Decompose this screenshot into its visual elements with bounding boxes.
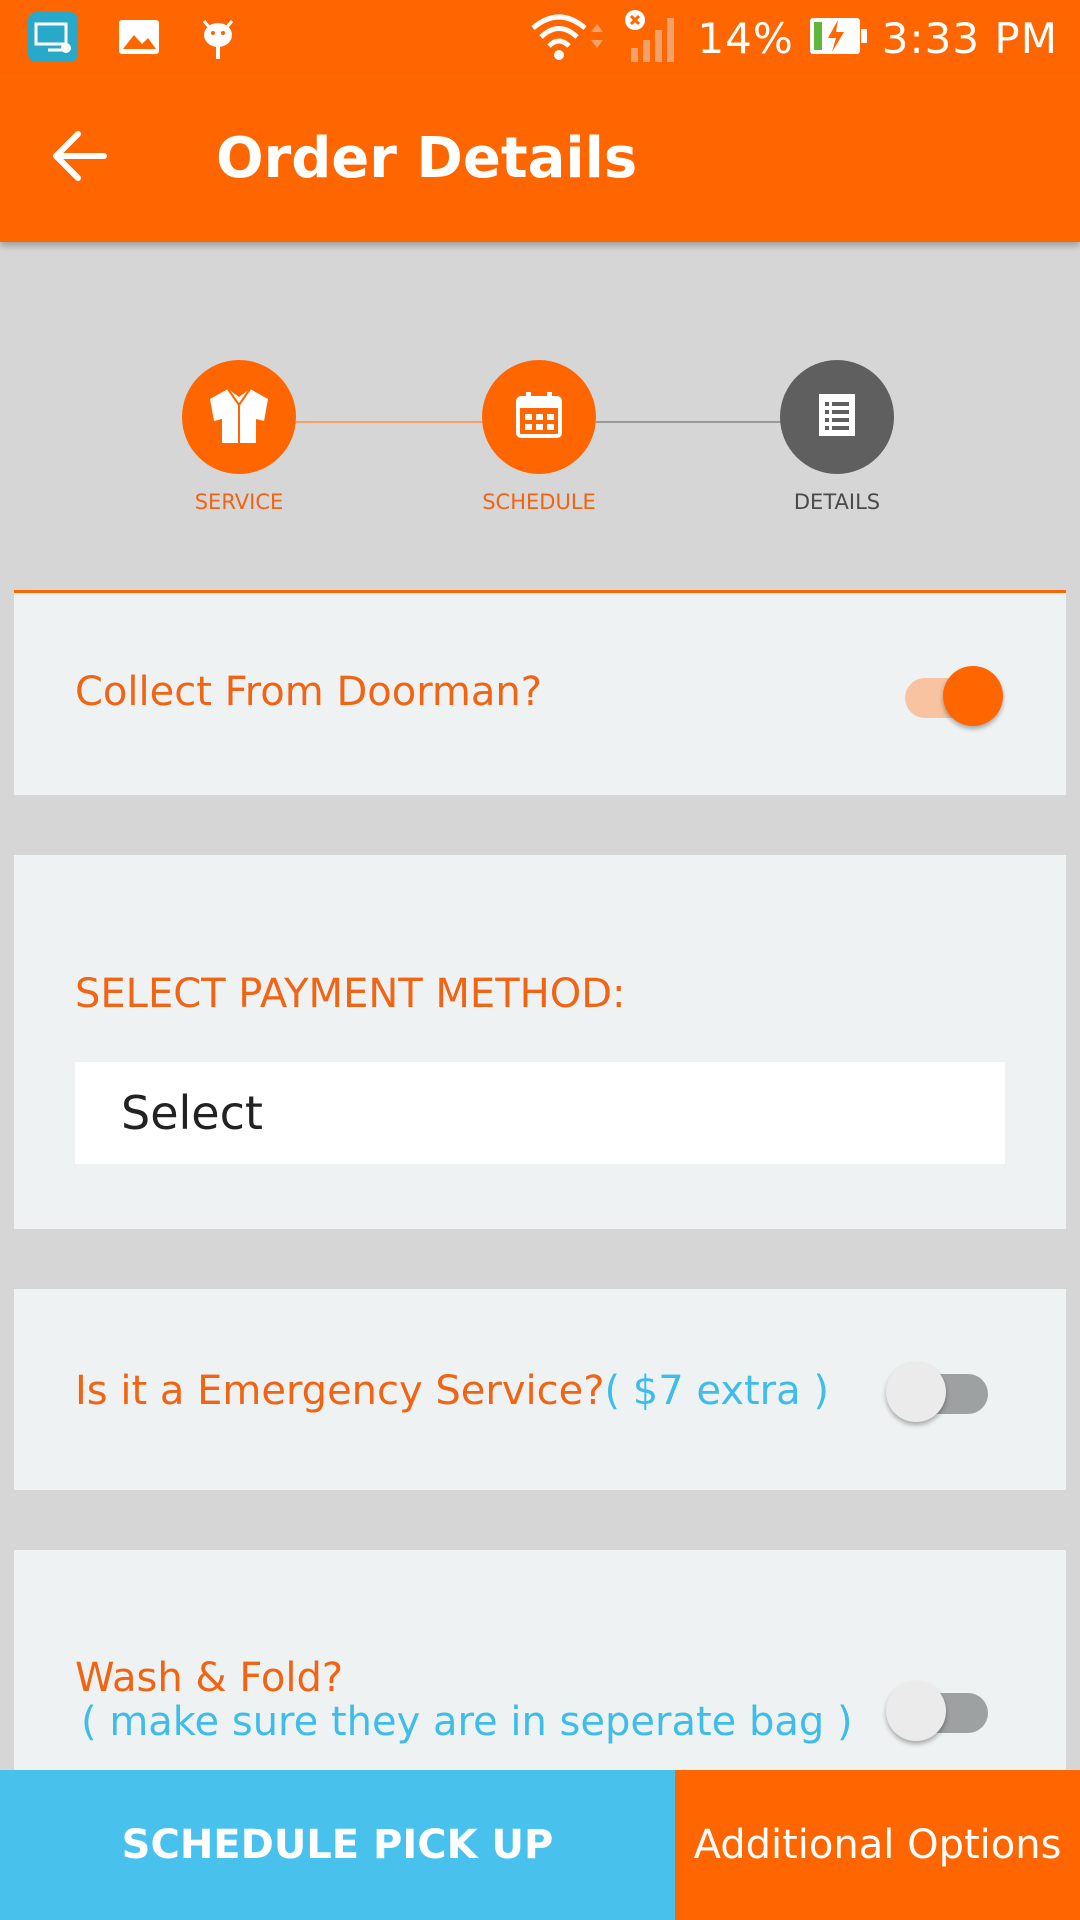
step-schedule-circle xyxy=(482,360,596,474)
step-label: DETAILS xyxy=(793,490,881,514)
collect-doorman-label: Collect From Doorman? xyxy=(75,669,542,715)
wash-fold-card: Wash & Fold? ( make sure they are in sep… xyxy=(14,1550,1066,1770)
step-schedule[interactable]: SCHEDULE xyxy=(419,360,659,514)
schedule-pickup-button[interactable]: SCHEDULE PICK UP xyxy=(0,1770,675,1920)
image-icon xyxy=(118,19,160,60)
select-value: Select xyxy=(121,1086,263,1140)
wash-fold-toggle[interactable] xyxy=(886,1678,996,1742)
collect-doorman-card: Collect From Doorman? xyxy=(14,593,1066,795)
battery-percent: 14% xyxy=(697,14,794,63)
emergency-service-price-note: ( $7 extra ) xyxy=(604,1368,829,1414)
payment-method-select[interactable]: Select xyxy=(75,1062,1005,1164)
step-details[interactable]: DETAILS xyxy=(717,360,957,514)
app-bar: Order Details xyxy=(0,74,1080,242)
clock: 3:33 PM xyxy=(881,14,1058,63)
step-details-circle xyxy=(780,360,894,474)
step-service-circle xyxy=(182,360,296,474)
arrow-left-icon xyxy=(50,131,110,188)
emergency-service-toggle[interactable] xyxy=(886,1359,996,1423)
battery-charging-icon xyxy=(808,16,868,61)
payment-method-label: SELECT PAYMENT METHOD: xyxy=(75,971,626,1017)
status-bar: 14% 3:33 PM xyxy=(0,0,1080,74)
progress-stepper: SERVICE SCHEDULE DETAILS xyxy=(0,360,1080,520)
payment-method-card: SELECT PAYMENT METHOD: Select xyxy=(14,855,1066,1229)
step-label: SERVICE xyxy=(194,490,284,514)
bottom-action-bar: SCHEDULE PICK UP Additional Options xyxy=(0,1770,1080,1920)
shirt-icon xyxy=(206,385,272,450)
emergency-service-card: Is it a Emergency Service?( $7 extra ) xyxy=(14,1289,1066,1490)
additional-options-button[interactable]: Additional Options xyxy=(675,1770,1080,1920)
emergency-service-label: Is it a Emergency Service? xyxy=(75,1368,605,1414)
wash-fold-text: Wash & Fold? ( make sure they are in sep… xyxy=(75,1656,853,1744)
collect-doorman-toggle[interactable] xyxy=(899,663,1009,727)
step-service[interactable]: SERVICE xyxy=(119,360,359,514)
back-button[interactable] xyxy=(50,128,120,188)
list-icon xyxy=(817,392,857,443)
wifi-icon xyxy=(529,10,609,67)
toggle-thumb xyxy=(943,666,1003,726)
calendar-icon xyxy=(514,390,564,445)
toggle-thumb xyxy=(886,1362,946,1422)
page-title: Order Details xyxy=(216,126,638,191)
screen-cast-icon xyxy=(28,12,78,67)
wash-fold-note: ( make sure they are in seperate bag ) xyxy=(81,1699,853,1745)
wash-fold-label: Wash & Fold? xyxy=(75,1655,344,1701)
emergency-service-text: Is it a Emergency Service?( $7 extra ) xyxy=(75,1368,829,1414)
step-label: SCHEDULE xyxy=(482,490,596,514)
toggle-thumb xyxy=(886,1681,946,1741)
android-icon xyxy=(200,13,236,66)
signal-icon xyxy=(623,8,683,69)
